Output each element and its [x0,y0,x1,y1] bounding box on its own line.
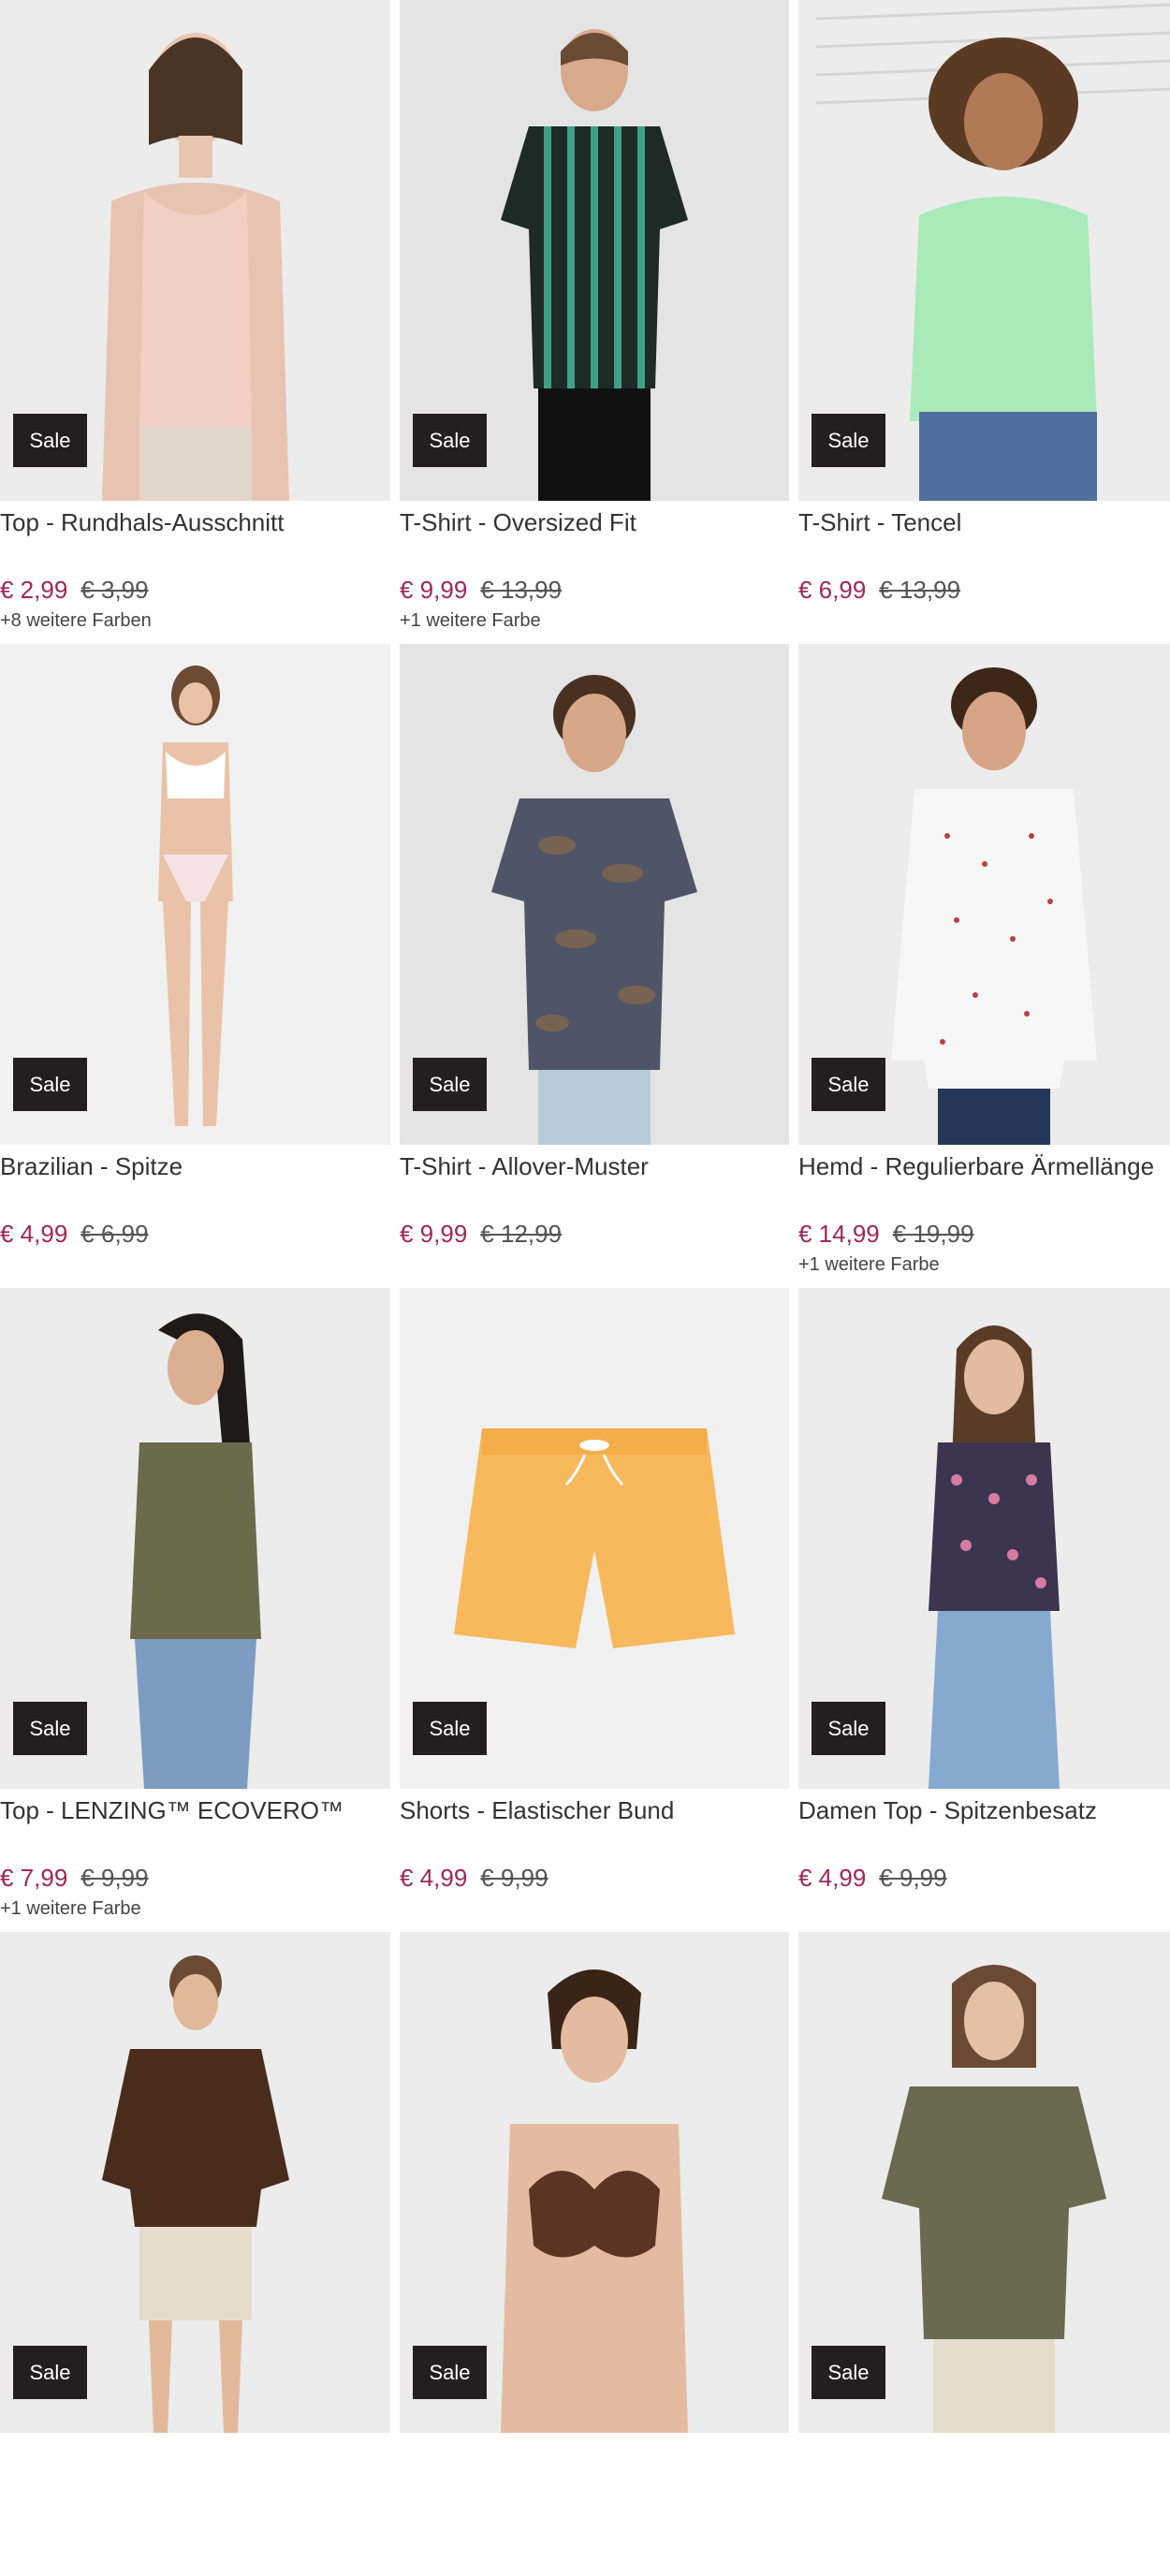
current-price: € 2,99 [0,576,67,604]
product-prices: € 2,99 € 3,99 [0,575,390,605]
product-card[interactable]: Sale T-Shirt - Oversized Fit € 9,99 € 13,… [400,0,789,644]
sale-badge: Sale [413,414,487,467]
product-prices: € 6,99 € 13,99 [798,575,1170,605]
model-photo [74,1946,317,2433]
color-variants[interactable] [798,1896,1170,1921]
model-photo [102,658,289,1145]
color-variants[interactable]: +8 weitere Farben [0,608,390,633]
shorts-photo [445,1419,744,1662]
old-price: € 9,99 [80,1864,148,1892]
current-price: € 7,99 [0,1864,67,1892]
product-prices: € 7,99 € 9,99 [0,1863,390,1893]
sale-badge: Sale [812,1058,885,1111]
product-grid: Sale Top - Rundhals-Ausschnitt € 2,99 € 3… [0,0,1170,2576]
model-photo [55,14,336,501]
sale-badge: Sale [13,1058,87,1111]
product-card[interactable]: Sale T-Shirt - Allover-Muster € 9,99 € 12… [400,644,789,1288]
product-image[interactable]: Sale [0,1288,390,1789]
sale-badge: Sale [812,2346,885,2399]
current-price: € 4,99 [400,1864,467,1892]
model-photo [463,658,725,1145]
product-name[interactable]: Top - LENZING™ ECOVERO™ [0,1795,390,1825]
color-variants[interactable] [0,1252,390,1277]
product-prices: € 4,99 € 9,99 [798,1863,1170,1893]
product-prices: € 4,99 € 9,99 [400,1863,789,1893]
product-image[interactable]: Sale [798,1932,1170,2433]
sale-badge: Sale [13,414,87,467]
model-photo [863,658,1125,1145]
model-photo [872,1302,1116,1789]
color-variants[interactable]: +1 weitere Farbe [798,1252,1170,1277]
color-variants[interactable] [400,1252,789,1277]
product-prices: € 9,99 € 12,99 [400,1219,789,1249]
product-image[interactable]: Sale [0,644,390,1145]
product-image[interactable]: Sale [0,1932,390,2433]
product-card[interactable]: Sale Brazilian - Spitze € 4,99 € 6,99 [0,644,390,1288]
product-card[interactable]: Sale T-Shirt - Tencel € 6,99 € 13,99 [798,0,1170,644]
product-image[interactable]: Sale [0,0,390,501]
product-name[interactable]: Damen Top - Spitzenbesatz [798,1795,1170,1825]
sale-badge: Sale [413,1702,487,1755]
old-price: € 6,99 [80,1220,148,1248]
product-image[interactable]: Sale [798,0,1170,501]
product-name[interactable]: Shorts - Elastischer Bund [400,1795,789,1825]
sale-badge: Sale [413,1058,487,1111]
model-photo [74,1302,317,1789]
current-price: € 6,99 [798,576,866,604]
old-price: € 13,99 [480,576,562,604]
product-card[interactable]: Sale Damen Top - Spitzenbesatz € 4,99 € 9… [798,1288,1170,1932]
product-card[interactable]: Sale Shorts - Elastischer Bund € 4,99 € 9… [400,1288,789,1932]
old-price: € 9,99 [879,1864,946,1892]
current-price: € 9,99 [400,1220,467,1248]
color-variants[interactable] [400,1896,789,1921]
current-price: € 14,99 [798,1220,880,1248]
product-name[interactable]: Brazilian - Spitze [0,1151,390,1181]
model-photo [863,1946,1125,2433]
current-price: € 4,99 [0,1220,67,1248]
product-card[interactable]: Sale Hemd - Regulierbare Ärmellänge € 14… [798,644,1170,1288]
product-image[interactable]: Sale [798,644,1170,1145]
sale-badge: Sale [13,2346,87,2399]
product-card[interactable]: Sale [0,1932,390,2576]
sale-badge: Sale [13,1702,87,1755]
product-prices: € 9,99 € 13,99 [400,575,789,605]
product-name[interactable]: Hemd - Regulierbare Ärmellänge [798,1151,1170,1181]
product-name[interactable]: T-Shirt - Oversized Fit [400,507,789,537]
current-price: € 4,99 [798,1864,866,1892]
product-name[interactable]: T-Shirt - Tencel [798,507,1170,537]
color-variants[interactable]: +1 weitere Farbe [0,1896,390,1921]
old-price: € 13,99 [879,576,960,604]
product-image[interactable]: Sale [400,1932,789,2433]
current-price: € 9,99 [400,576,467,604]
sale-badge: Sale [413,2346,487,2399]
product-prices: € 14,99 € 19,99 [798,1219,1170,1249]
old-price: € 12,99 [480,1220,562,1248]
product-name[interactable]: Top - Rundhals-Ausschnitt [0,507,390,537]
color-variants[interactable] [798,608,1170,633]
product-image[interactable]: Sale [400,0,789,501]
product-prices: € 4,99 € 6,99 [0,1219,390,1249]
color-variants[interactable]: +1 weitere Farbe [400,608,789,633]
product-image[interactable]: Sale [798,1288,1170,1789]
product-name[interactable]: T-Shirt - Allover-Muster [400,1151,789,1181]
old-price: € 9,99 [480,1864,548,1892]
product-card[interactable]: Sale Top - LENZING™ ECOVERO™ € 7,99 € 9,9… [0,1288,390,1932]
old-price: € 19,99 [893,1220,974,1248]
sale-badge: Sale [812,1702,885,1755]
product-card[interactable]: Sale [798,1932,1170,2576]
product-image[interactable]: Sale [400,1288,789,1789]
old-price: € 3,99 [80,576,148,604]
sale-badge: Sale [812,414,885,467]
product-card[interactable]: Sale [400,1932,789,2576]
model-photo [463,1946,725,2433]
model-photo [473,14,716,501]
product-image[interactable]: Sale [400,644,789,1145]
product-card[interactable]: Sale Top - Rundhals-Ausschnitt € 2,99 € 3… [0,0,390,644]
